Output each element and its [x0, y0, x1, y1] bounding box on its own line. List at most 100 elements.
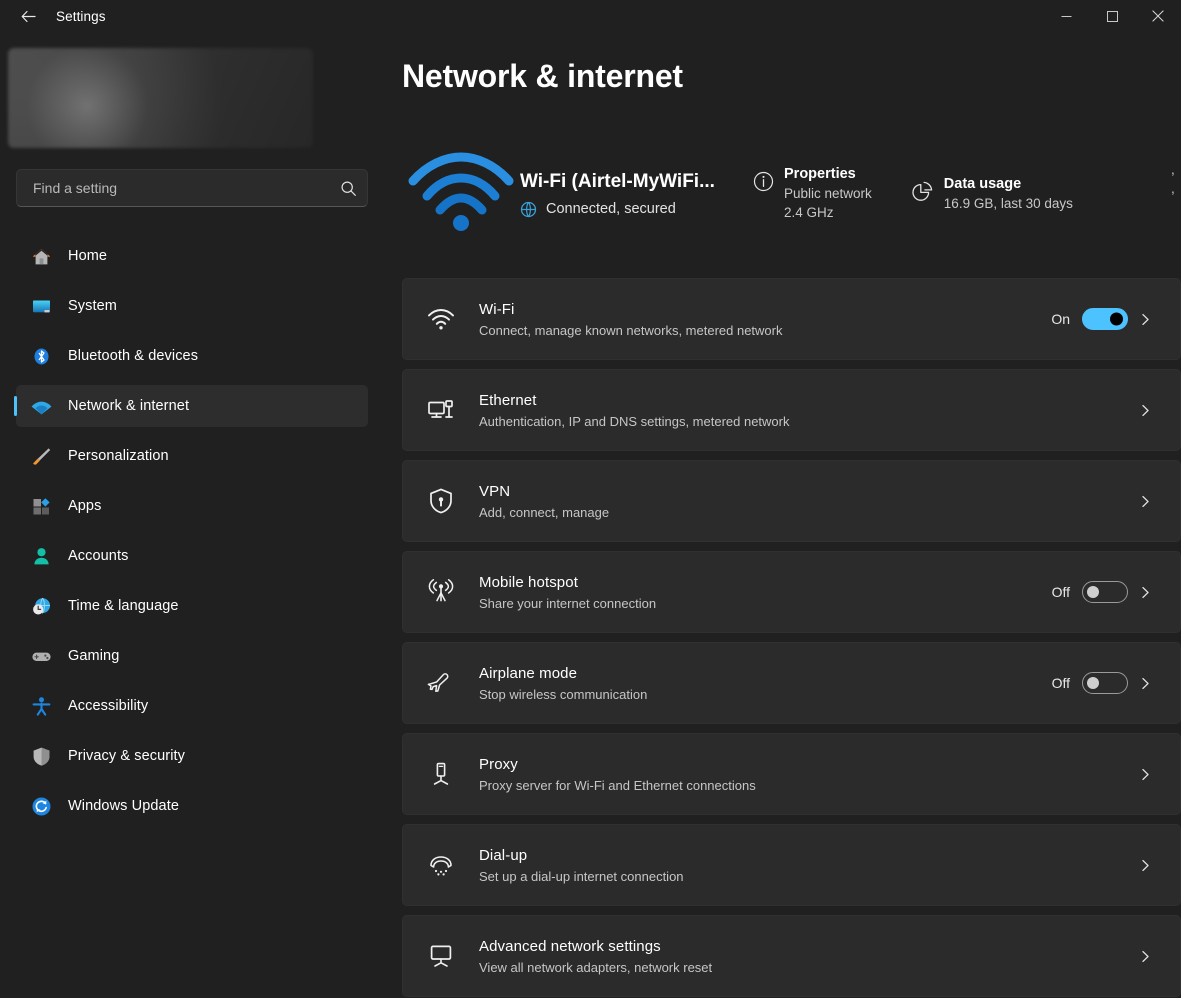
sidebar-item-system[interactable]: System: [16, 285, 368, 327]
wifi-toggle[interactable]: [1082, 308, 1128, 330]
dialup-icon: [403, 850, 479, 880]
sidebar-item-accounts[interactable]: Accounts: [16, 535, 368, 577]
sidebar-item-bluetooth-devices[interactable]: Bluetooth & devices: [16, 335, 368, 377]
settings-row-advanced-network-settings[interactable]: Advanced network settings View all netwo…: [402, 915, 1181, 997]
maximize-icon: [1106, 10, 1118, 22]
search-icon: [329, 180, 367, 197]
airplane-toggle[interactable]: [1082, 672, 1128, 694]
sidebar: Home System: [0, 32, 400, 998]
settings-row-text: Dial-up Set up a dial-up internet connec…: [479, 845, 1128, 886]
selection-accent-bar: [14, 396, 17, 416]
settings-list: Wi-Fi Connect, manage known networks, me…: [402, 278, 1181, 998]
sidebar-item-apps[interactable]: Apps: [16, 485, 368, 527]
chevron-right-icon[interactable]: [1128, 858, 1162, 873]
proxy-icon: [403, 759, 479, 789]
pie-chart-icon: [902, 174, 944, 205]
settings-row-dialup[interactable]: Dial-up Set up a dial-up internet connec…: [402, 824, 1181, 906]
settings-row-text: Proxy Proxy server for Wi-Fi and Etherne…: [479, 754, 1128, 795]
settings-row-subtitle: Proxy server for Wi-Fi and Ethernet conn…: [479, 777, 756, 793]
properties-text: Properties Public network 2.4 GHz: [784, 164, 872, 222]
settings-row-title: VPN: [479, 482, 511, 500]
chevron-right-icon[interactable]: [1128, 767, 1162, 782]
sidebar-item-privacy-security[interactable]: Privacy & security: [16, 735, 368, 777]
user-profile-card[interactable]: [8, 48, 313, 148]
window-title: Settings: [56, 8, 106, 24]
settings-row-controls: [1128, 494, 1180, 509]
sidebar-item-label: Windows Update: [68, 798, 180, 814]
sidebar-item-home[interactable]: Home: [16, 235, 368, 277]
network-name: Wi-Fi (Airtel-MyWiFi...: [520, 170, 715, 192]
chevron-right-icon[interactable]: [1128, 585, 1162, 600]
data-usage-line-1: 16.9 GB, last 30 days: [943, 195, 1073, 211]
sidebar-nav: Home System Bluetooth & devices Network …: [14, 235, 368, 835]
back-button[interactable]: [10, 0, 46, 32]
hotspot-icon: [403, 577, 479, 607]
sidebar-item-accessibility[interactable]: Accessibility: [16, 685, 368, 727]
hotspot-toggle[interactable]: [1082, 581, 1128, 603]
airplane-toggle-state: Off: [1051, 675, 1070, 691]
minimize-button[interactable]: [1043, 0, 1089, 32]
data-usage-title: Data usage: [943, 175, 1022, 192]
search-box[interactable]: [16, 169, 368, 207]
settings-row-controls: [1128, 403, 1180, 418]
close-button[interactable]: [1135, 0, 1181, 32]
data-usage-tile[interactable]: Data usage 16.9 GB, last 30 days: [902, 174, 1073, 213]
chevron-right-icon[interactable]: [1128, 676, 1162, 691]
settings-row-wifi[interactable]: Wi-Fi Connect, manage known networks, me…: [402, 278, 1181, 360]
sidebar-item-label: Apps: [68, 498, 102, 514]
settings-row-text: VPN Add, connect, manage: [479, 481, 1128, 522]
wifi-icon: [403, 304, 479, 334]
settings-row-subtitle: Authentication, IP and DNS settings, met…: [479, 413, 790, 429]
chevron-right-icon[interactable]: [1128, 312, 1162, 327]
settings-row-proxy[interactable]: Proxy Proxy server for Wi-Fi and Etherne…: [402, 733, 1181, 815]
home-icon: [28, 243, 54, 269]
sidebar-item-personalization[interactable]: Personalization: [16, 435, 368, 477]
properties-tile[interactable]: Properties Public network 2.4 GHz: [742, 164, 872, 222]
settings-row-subtitle: Connect, manage known networks, metered …: [479, 322, 783, 338]
sidebar-item-label: Network & internet: [68, 398, 190, 414]
ethernet-icon: [403, 395, 479, 425]
settings-row-text: Ethernet Authentication, IP and DNS sett…: [479, 390, 1128, 431]
sidebar-item-time-language[interactable]: Time & language: [16, 585, 368, 627]
toggle-knob: [1110, 312, 1123, 326]
sidebar-item-network-internet[interactable]: Network & internet: [14, 385, 368, 427]
settings-row-title: Ethernet: [479, 391, 537, 409]
clipped-tile[interactable]: , ,: [1171, 160, 1181, 198]
page-title: Network & internet: [402, 58, 683, 94]
clipped-tile-line-2: ,: [1171, 181, 1175, 196]
sidebar-item-label: Time & language: [68, 598, 179, 614]
sidebar-item-gaming[interactable]: Gaming: [16, 635, 368, 677]
sidebar-item-label: Personalization: [68, 448, 169, 464]
settings-row-text: Mobile hotspot Share your internet conne…: [479, 572, 1052, 613]
sidebar-item-label: Bluetooth & devices: [68, 348, 199, 364]
sidebar-item-label: Gaming: [68, 648, 120, 664]
chevron-right-icon[interactable]: [1128, 949, 1162, 964]
properties-line-1: Public network: [784, 186, 872, 201]
settings-row-controls: [1128, 949, 1180, 964]
settings-row-mobile-hotspot[interactable]: Mobile hotspot Share your internet conne…: [402, 551, 1181, 633]
network-identity: Wi-Fi (Airtel-MyWiFi... Connected, secur…: [520, 169, 720, 218]
chevron-right-icon[interactable]: [1128, 403, 1162, 418]
settings-row-title: Proxy: [479, 755, 518, 773]
advanced-network-icon: [403, 941, 479, 971]
sidebar-item-label: Privacy & security: [68, 748, 186, 764]
wifi-status-icon: [402, 151, 520, 235]
settings-row-subtitle: View all network adapters, network reset: [479, 959, 713, 975]
settings-row-airplane-mode[interactable]: Airplane mode Stop wireless communicatio…: [402, 642, 1181, 724]
sidebar-item-windows-update[interactable]: Windows Update: [16, 785, 368, 827]
paintbrush-icon: [28, 443, 54, 469]
chevron-right-icon[interactable]: [1128, 494, 1162, 509]
toggle-knob: [1087, 586, 1099, 598]
settings-row-vpn[interactable]: VPN Add, connect, manage: [402, 460, 1181, 542]
settings-row-subtitle: Add, connect, manage: [479, 504, 610, 520]
settings-row-text: Advanced network settings View all netwo…: [479, 936, 1128, 977]
settings-row-ethernet[interactable]: Ethernet Authentication, IP and DNS sett…: [402, 369, 1181, 451]
settings-row-controls: On: [1051, 308, 1180, 330]
search-input[interactable]: [17, 180, 329, 196]
maximize-button[interactable]: [1089, 0, 1135, 32]
hotspot-toggle-state: Off: [1051, 584, 1070, 600]
gamepad-icon: [28, 643, 54, 669]
clock-globe-icon: [28, 593, 54, 619]
settings-row-title: Airplane mode: [479, 664, 578, 682]
close-icon: [1152, 10, 1164, 22]
